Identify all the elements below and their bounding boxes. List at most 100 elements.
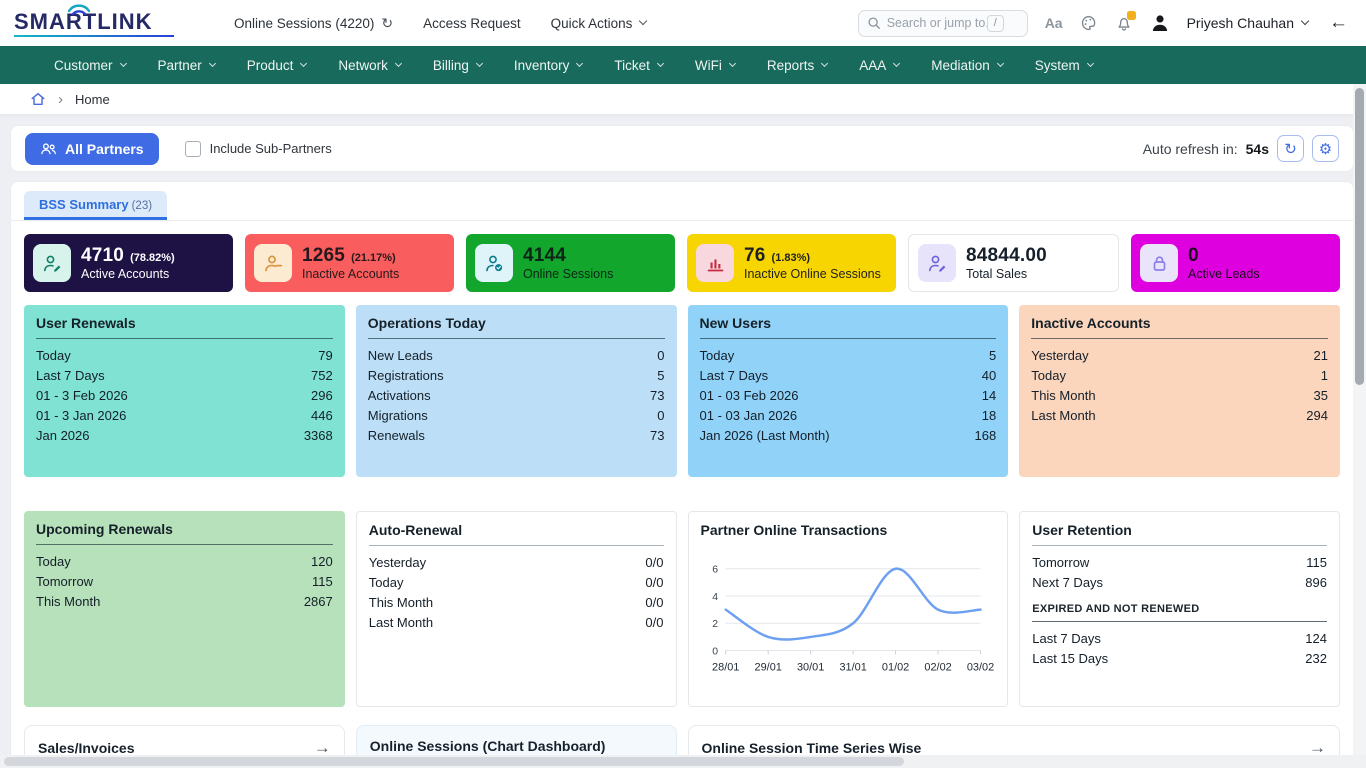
breadcrumb: › Home <box>0 84 1366 115</box>
nav-item-product[interactable]: Product <box>233 46 321 84</box>
bar-chart-icon <box>696 244 734 282</box>
stat-card-total-sales[interactable]: 84844.00 Total Sales <box>908 234 1119 292</box>
svg-text:6: 6 <box>712 565 718 576</box>
filter-toolbar: All Partners Include Sub-Partners Auto r… <box>10 125 1354 172</box>
panel-upcoming-renewals: Upcoming Renewals Today120 Tomorrow115 T… <box>24 511 345 707</box>
svg-text:02/02: 02/02 <box>924 661 951 673</box>
all-partners-button[interactable]: All Partners <box>25 133 159 165</box>
refresh-now-button[interactable]: ↻ <box>1277 135 1304 162</box>
chevron-down-icon <box>209 59 216 66</box>
panel-partner-online-transactions: Partner Online Transactions 024628/0129/… <box>688 511 1009 707</box>
online-sessions-link[interactable]: Online Sessions (4220) ↻ <box>234 15 393 32</box>
user-avatar[interactable] <box>1150 13 1170 33</box>
stat-card-online-sessions[interactable]: 4144 Online Sessions <box>466 234 675 292</box>
panel-auto-renewal: Auto-Renewal Yesterday0/0 Today0/0 This … <box>356 511 677 707</box>
stat-card-inactive-online-sessions[interactable]: 76(1.83%) Inactive Online Sessions <box>687 234 896 292</box>
top-header: SMARTLINK Online Sessions (4220) ↻ Acces… <box>0 0 1366 46</box>
chevron-down-icon <box>729 59 736 66</box>
stat-card-active-accounts[interactable]: 4710(78.82%) Active Accounts <box>24 234 233 292</box>
logo-text: SMARTLINK <box>14 9 192 35</box>
auto-refresh-label: Auto refresh in: <box>1143 141 1238 157</box>
panel-user-renewals: User Renewals Today79 Last 7 Days752 01 … <box>24 305 345 477</box>
collapse-arrow-icon[interactable]: ← <box>1329 12 1348 34</box>
user-menu[interactable]: Priyesh Chauhan <box>1187 15 1308 31</box>
svg-text:4: 4 <box>712 592 718 603</box>
stat-card-active-leads[interactable]: 0 Active Leads <box>1131 234 1340 292</box>
checkbox-unchecked[interactable] <box>185 141 201 157</box>
panel-operations-today: Operations Today New Leads0 Registration… <box>356 305 677 477</box>
text-size-toggle[interactable]: Aa <box>1045 15 1063 31</box>
chevron-down-icon <box>300 59 307 66</box>
tab-bar: BSS Summary(23) <box>11 182 1353 221</box>
nav-item-partner[interactable]: Partner <box>144 46 229 84</box>
partners-people-icon <box>40 141 57 156</box>
nav-item-system[interactable]: System <box>1021 46 1107 84</box>
refresh-icon[interactable]: ↻ <box>381 15 393 32</box>
svg-text:0: 0 <box>712 646 718 657</box>
nav-item-network[interactable]: Network <box>324 46 415 84</box>
nav-item-wifi[interactable]: WiFi <box>681 46 749 84</box>
nav-item-billing[interactable]: Billing <box>419 46 496 84</box>
search-shortcut-key: / <box>987 15 1004 32</box>
horizontal-scrollbar-thumb[interactable] <box>4 757 904 766</box>
user-check-icon <box>475 244 513 282</box>
summary-panels-row-2: Upcoming Renewals Today120 Tomorrow115 T… <box>24 511 1340 707</box>
notifications-bell-icon[interactable] <box>1115 14 1133 32</box>
chevron-down-icon <box>639 17 647 25</box>
logo-underline <box>14 35 174 37</box>
svg-text:30/01: 30/01 <box>796 661 823 673</box>
expired-section-header: EXPIRED AND NOT RENEWED <box>1032 603 1327 622</box>
breadcrumb-current: Home <box>75 92 110 107</box>
search-icon <box>867 16 881 30</box>
svg-text:28/01: 28/01 <box>712 661 739 673</box>
user-edit-icon <box>33 244 71 282</box>
access-request-link[interactable]: Access Request <box>423 16 521 31</box>
chevron-down-icon <box>997 59 1004 66</box>
dashboard-settings-button[interactable]: ⚙ <box>1312 135 1339 162</box>
chevron-down-icon <box>1087 59 1094 66</box>
nav-item-inventory[interactable]: Inventory <box>500 46 597 84</box>
auto-refresh-countdown: 54s <box>1246 141 1269 157</box>
chevron-down-icon <box>657 59 664 66</box>
stat-cards-row: 4710(78.82%) Active Accounts 1265(21.17%… <box>24 234 1340 292</box>
dashboard-card: BSS Summary(23) 4710(78.82%) Active Acco… <box>10 181 1354 768</box>
chevron-down-icon <box>1301 17 1309 25</box>
online-sessions-count: (4220) <box>335 16 374 31</box>
lock-icon <box>1140 244 1178 282</box>
quick-actions-menu[interactable]: Quick Actions <box>551 16 647 31</box>
tab-bss-summary[interactable]: BSS Summary(23) <box>24 191 167 220</box>
main-nav: Customer Partner Product Network Billing… <box>0 46 1366 84</box>
user-minus-icon <box>254 244 292 282</box>
chevron-down-icon <box>119 59 126 66</box>
chevron-down-icon <box>821 59 828 66</box>
line-chart: 024628/0129/0130/0131/0101/0202/0203/02 <box>701 546 996 698</box>
theme-palette-icon[interactable] <box>1080 14 1098 32</box>
chevron-down-icon <box>893 59 900 66</box>
include-sub-partners-toggle[interactable]: Include Sub-Partners <box>185 141 332 157</box>
smartlink-logo[interactable]: SMARTLINK <box>14 9 192 37</box>
nav-item-reports[interactable]: Reports <box>753 46 841 84</box>
notification-badge <box>1127 11 1136 20</box>
breadcrumb-separator: › <box>58 91 63 108</box>
wifi-icon <box>66 2 92 16</box>
chevron-down-icon <box>576 59 583 66</box>
stat-card-inactive-accounts[interactable]: 1265(21.17%) Inactive Accounts <box>245 234 454 292</box>
nav-item-ticket[interactable]: Ticket <box>600 46 677 84</box>
svg-text:03/02: 03/02 <box>966 661 993 673</box>
nav-item-mediation[interactable]: Mediation <box>917 46 1017 84</box>
online-sessions-label: Online Sessions <box>234 16 332 31</box>
vertical-scrollbar-thumb[interactable] <box>1355 88 1364 385</box>
search-input[interactable] <box>887 16 987 30</box>
svg-text:01/02: 01/02 <box>881 661 908 673</box>
panel-new-users: New Users Today5 Last 7 Days40 01 - 03 F… <box>688 305 1009 477</box>
svg-text:31/01: 31/01 <box>839 661 866 673</box>
summary-panels-row-1: User Renewals Today79 Last 7 Days752 01 … <box>24 305 1340 477</box>
user-edit-icon <box>918 244 956 282</box>
panel-user-retention: User Retention Tomorrow115 Next 7 Days89… <box>1019 511 1340 707</box>
nav-item-aaa[interactable]: AAA <box>845 46 913 84</box>
panel-inactive-accounts: Inactive Accounts Yesterday21 Today1 Thi… <box>1019 305 1340 477</box>
search-box[interactable]: / <box>858 10 1028 37</box>
home-icon[interactable] <box>30 91 46 107</box>
chevron-down-icon <box>395 59 402 66</box>
nav-item-customer[interactable]: Customer <box>40 46 140 84</box>
